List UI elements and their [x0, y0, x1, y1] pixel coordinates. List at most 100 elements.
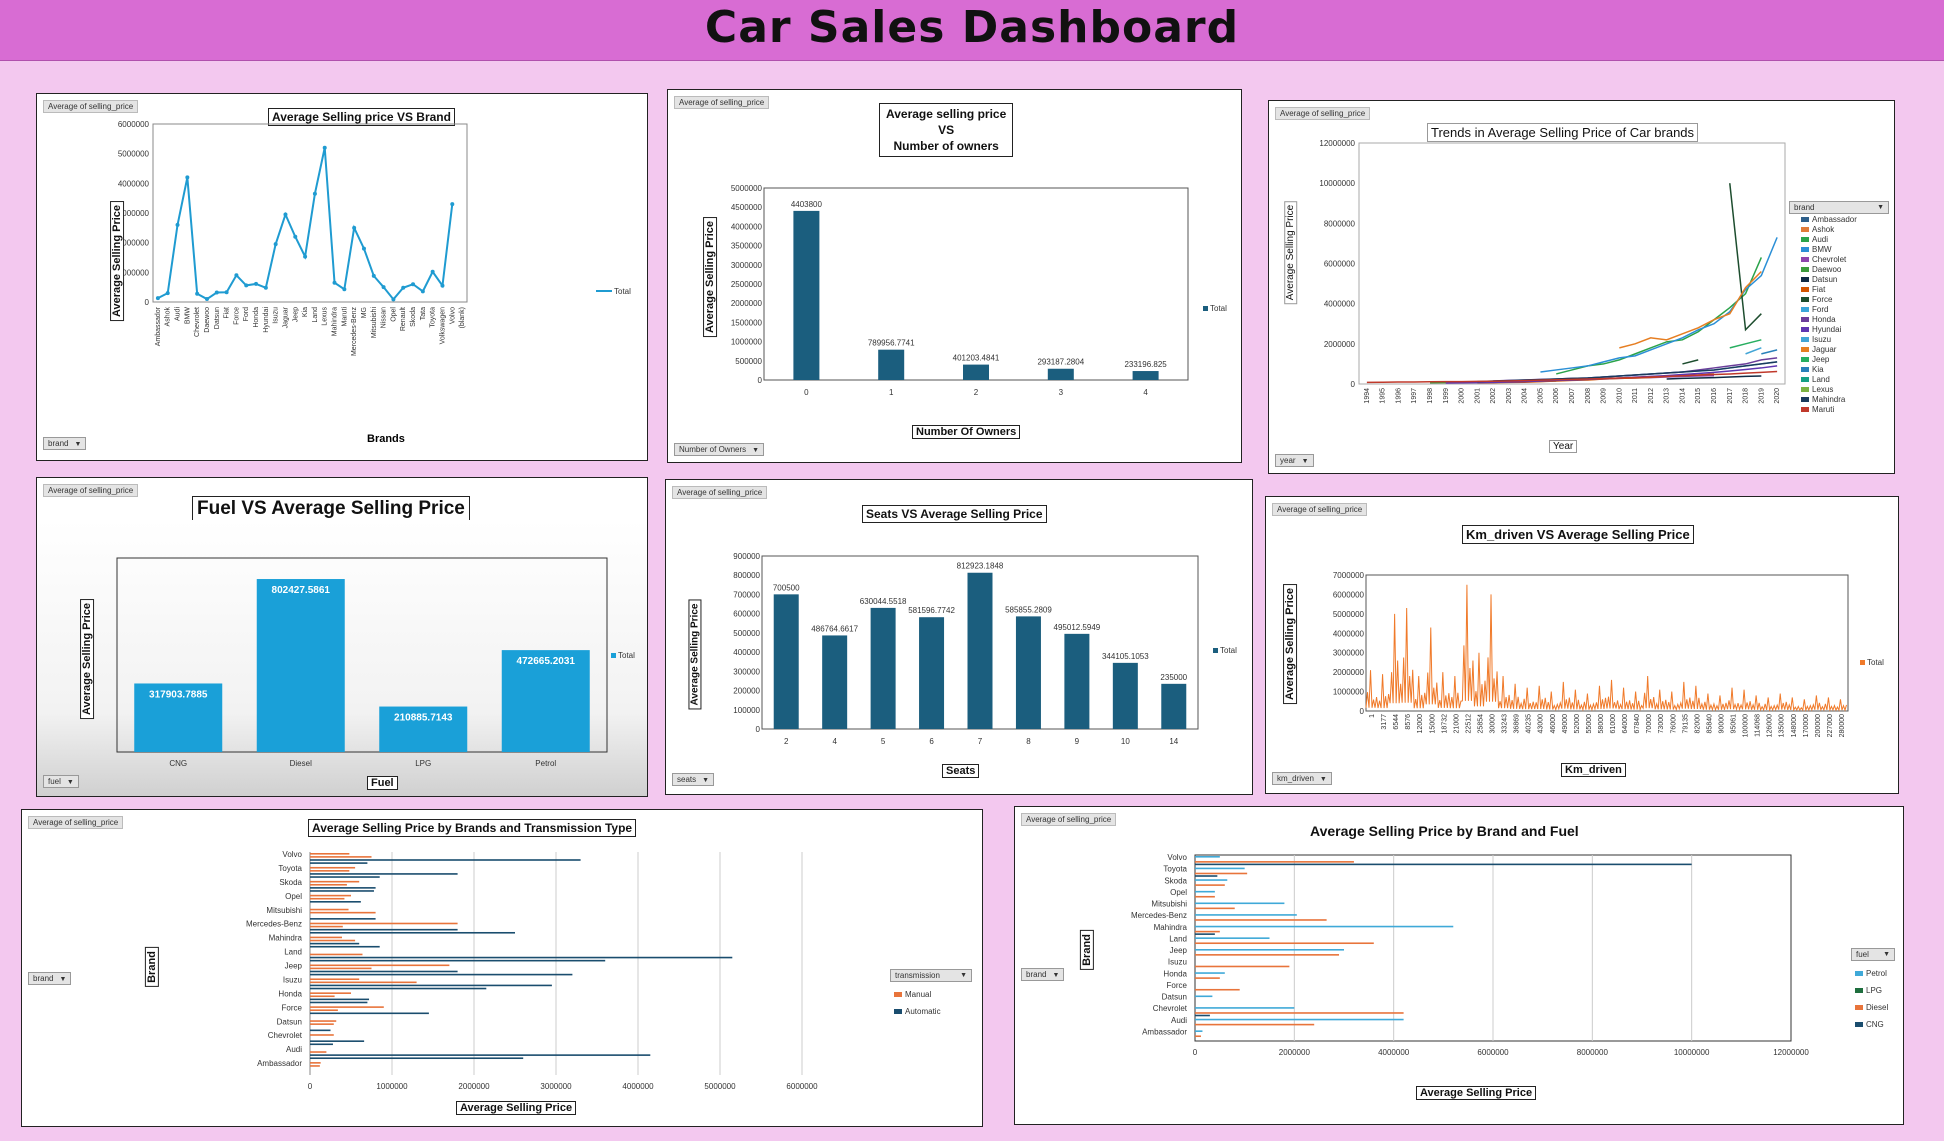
owners-filter-button[interactable]: Number of Owners ▼ [674, 443, 765, 456]
x-tick-label: Tata [420, 307, 427, 320]
y-axis-title: Average Selling Price [80, 598, 95, 720]
legend-swatch [1801, 387, 1809, 393]
dropdown-arrow-icon: ▼ [1319, 776, 1327, 783]
legend-item: Force [1801, 295, 1857, 305]
fuel-filter-button[interactable]: fuel ▼ [43, 775, 79, 788]
legend-item: Diesel [1855, 999, 1888, 1016]
legend-label: Kia [1812, 365, 1824, 374]
bar [310, 883, 347, 886]
x-tick-label: MG [361, 307, 368, 318]
x-tick-label: 280000 [1839, 714, 1846, 737]
y-tick-label: Skoda [1164, 876, 1187, 885]
seats-filter-button[interactable]: seats ▼ [672, 773, 715, 786]
bar [310, 978, 360, 981]
y-tick-label: Honda [278, 989, 302, 998]
legend-label: Total [614, 287, 631, 296]
data-point [214, 290, 219, 295]
y-tick-label: 0 [145, 298, 150, 307]
y-tick-label: 5000000 [731, 184, 763, 193]
bar [1195, 954, 1340, 956]
bar [310, 928, 458, 931]
y-tick-label: Audi [286, 1045, 302, 1054]
legend-label: LPG [1866, 986, 1883, 995]
x-tick-label: 1999 [1443, 388, 1450, 404]
series-line [1745, 347, 1762, 355]
data-point [254, 281, 259, 286]
bar [1195, 919, 1327, 921]
x-tick-label: 33243 [1502, 714, 1509, 734]
brand-filter-button[interactable]: brand ▼ [1021, 968, 1065, 981]
fuel-legend-filter-button[interactable]: fuel ▼ [1851, 948, 1895, 961]
bar [310, 1057, 524, 1060]
bar [310, 859, 581, 861]
x-tick-label: Skoda [410, 307, 417, 327]
legend-filter-label: transmission [895, 971, 940, 980]
bar [1195, 949, 1344, 951]
data-point [263, 285, 268, 290]
x-tick-label: Opel [390, 307, 397, 322]
legend-label: Honda [1812, 315, 1836, 324]
bar [310, 1006, 384, 1008]
legend-swatch [1801, 277, 1809, 283]
y-tick-label: 0 [758, 376, 763, 385]
legend-item: Petrol [1855, 965, 1888, 982]
bar [310, 984, 552, 987]
x-tick-label: 1 [1369, 714, 1376, 718]
x-tick-label: 15000 [1429, 714, 1436, 734]
bar [1195, 856, 1220, 858]
data-label: 581596.7742 [908, 606, 955, 615]
bar [870, 607, 896, 729]
legend-label: CNG [1866, 1020, 1884, 1029]
x-tick-label: 114068 [1755, 714, 1762, 737]
bar [310, 931, 515, 934]
bar [310, 922, 458, 925]
y-tick-label: Land [1169, 934, 1187, 943]
x-tick-label: 2014 [1679, 388, 1686, 404]
legend-swatch [1801, 287, 1809, 293]
series-line [1761, 349, 1778, 355]
data-point [244, 283, 249, 288]
x-tick-label: 30000 [1490, 714, 1497, 734]
transmission-legend-filter-button[interactable]: transmission ▼ [890, 969, 972, 982]
bar [310, 1009, 338, 1012]
legend-item: Manual [894, 986, 941, 1003]
x-tick-label: 18732 [1441, 714, 1448, 734]
brand-filter-button[interactable]: brand ▼ [43, 437, 87, 450]
x-tick-label: 76000 [1670, 714, 1677, 734]
bar [1195, 907, 1235, 910]
x-tick-label: 40235 [1526, 714, 1533, 734]
dropdown-arrow-icon: ▼ [1883, 951, 1890, 958]
x-tick-label: 64000 [1622, 714, 1629, 734]
legend-swatch [1801, 257, 1809, 263]
year-filter-button[interactable]: year ▼ [1275, 454, 1314, 467]
bar [1195, 879, 1228, 881]
x-tick-label: 1 [889, 388, 894, 397]
seats-filter-label: seats [677, 775, 697, 784]
x-tick-label: 70000 [1646, 714, 1653, 734]
y-tick-label: Toyota [1163, 865, 1187, 874]
x-tick-label: 1000000 [376, 1082, 408, 1091]
legend-label: Force [1812, 295, 1833, 304]
x-tick-label: Renault [400, 307, 407, 331]
y-tick-label: Jeep [285, 962, 303, 971]
data-point [450, 202, 455, 207]
x-tick-label: 2002 [1490, 388, 1497, 404]
fuel-bar-chart: 317903.7885 CNG 802427.5861 Diesel 210885.71… [37, 520, 647, 796]
km-filter-button[interactable]: km_driven ▼ [1272, 772, 1332, 785]
x-tick-label: 2018 [1743, 388, 1750, 404]
legend-item: Daewoo [1801, 265, 1857, 275]
plot-area [763, 187, 1189, 381]
legend-swatch [1801, 247, 1809, 253]
x-tick-label: Daewoo [204, 307, 211, 333]
legend-label: Jaguar [1812, 345, 1837, 354]
legend-label: Ford [1812, 305, 1829, 314]
brand-legend-filter-button[interactable]: brand ▼ [1789, 201, 1889, 214]
x-tick-label: 6000000 [1477, 1048, 1509, 1057]
x-tick-label: Diesel [290, 759, 312, 768]
x-tick-label: 1994 [1364, 388, 1371, 404]
brand-legend: Ambassador Ashok Audi BMW Chevrolet Daewoo Dat… [1801, 215, 1857, 415]
brand-filter-button[interactable]: brand ▼ [28, 972, 72, 985]
bar [1015, 616, 1041, 729]
bar [310, 918, 376, 920]
series-line [1682, 359, 1699, 365]
